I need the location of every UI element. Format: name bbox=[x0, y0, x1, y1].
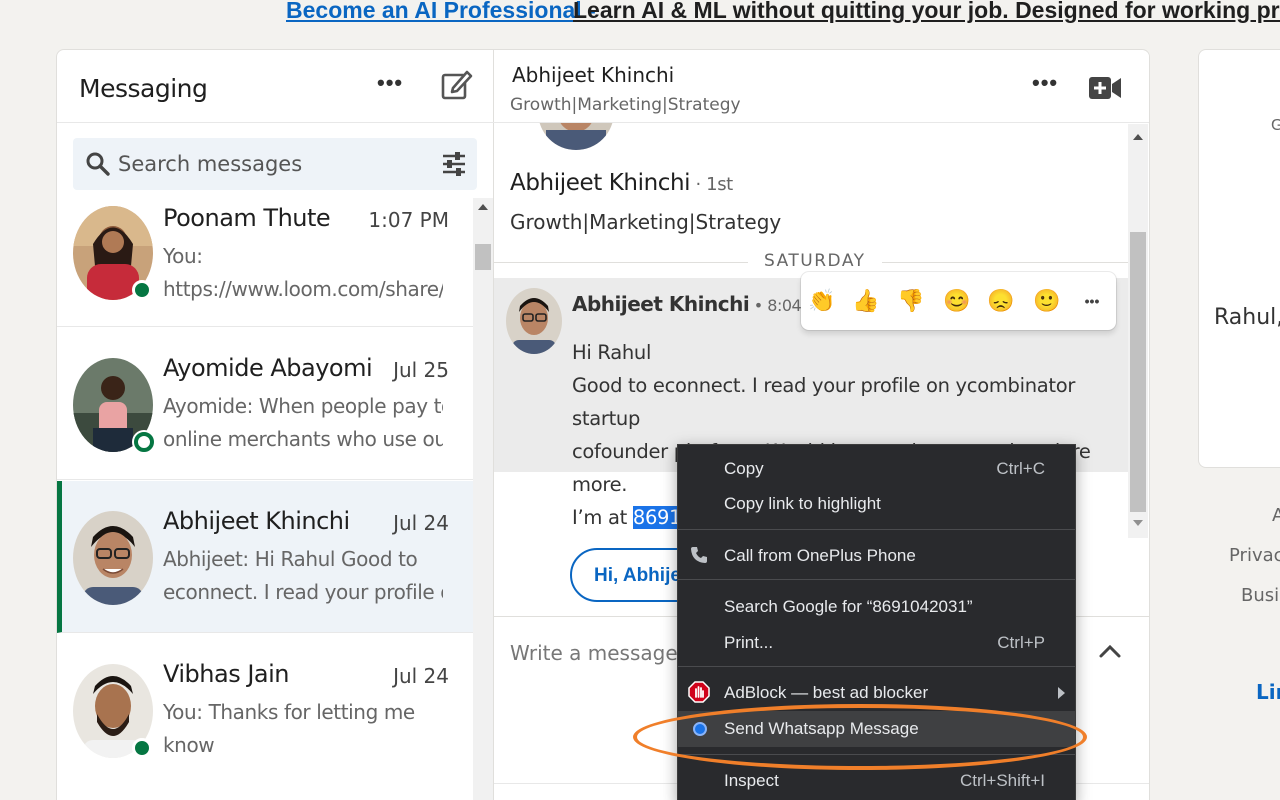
compose-message-icon[interactable] bbox=[440, 68, 474, 102]
submenu-arrow-icon bbox=[1058, 687, 1065, 699]
rail-greeting: Rahul, e bbox=[1214, 305, 1280, 330]
linkedin-brand: Lin bbox=[1256, 680, 1280, 704]
day-label: SATURDAY bbox=[748, 251, 882, 271]
connection-degree: · 1st bbox=[690, 174, 733, 195]
menu-separator bbox=[678, 529, 1075, 530]
mobile-status-indicator bbox=[134, 432, 154, 452]
context-menu-inspect[interactable]: Inspect Ctrl+Shift+I bbox=[678, 763, 1075, 799]
promo-banner-link[interactable]: Become an AI Professional - bbox=[286, 0, 596, 22]
conversation-name: Poonam Thute bbox=[163, 204, 331, 232]
footer-link[interactable]: A bbox=[1272, 505, 1280, 526]
conversation-name: Ayomide Abayomi bbox=[163, 354, 373, 382]
conversation-time: 1:07 PM bbox=[368, 208, 449, 232]
conversation-more-button[interactable]: ••• bbox=[1032, 70, 1058, 96]
clap-reaction-icon[interactable]: 👏 bbox=[807, 286, 837, 316]
thumbs-up-reaction-icon[interactable]: 👍 bbox=[851, 286, 881, 316]
avatar bbox=[73, 511, 153, 605]
conversation-preview: Ayomide: When people pay to online merch… bbox=[163, 394, 443, 451]
promo-banner: Become an AI Professional - Learn AI & M… bbox=[0, 0, 1280, 24]
context-menu: Copy Ctrl+C Copy link to highlight Call … bbox=[677, 444, 1076, 800]
conversation-list-pane: Messaging ••• Search messages Poonam Thu… bbox=[57, 50, 494, 800]
online-status-indicator bbox=[132, 280, 152, 300]
conversation-time: Jul 25 bbox=[393, 358, 449, 382]
adblock-icon bbox=[688, 681, 710, 703]
thumbs-down-reaction-icon[interactable]: 👎 bbox=[896, 286, 926, 316]
search-placeholder: Search messages bbox=[118, 152, 303, 176]
conversation-header: Abhijeet Khinchi Growth|Marketing|Strate… bbox=[494, 50, 1149, 123]
messaging-more-button[interactable]: ••• bbox=[377, 70, 403, 96]
thread-scrollbar[interactable] bbox=[1128, 124, 1148, 538]
conversation-item[interactable]: Ayomide Abayomi Jul 25 Ayomide: When peo… bbox=[57, 328, 473, 480]
right-rail-card: G Rahul, e bbox=[1198, 49, 1280, 468]
profile-name[interactable]: Abhijeet Khinchi · 1st bbox=[510, 170, 733, 196]
promo-banner-text[interactable]: Learn AI & ML without quitting your job.… bbox=[573, 0, 1280, 22]
more-reactions-button[interactable]: ••• bbox=[1077, 286, 1107, 316]
conversation-preview: You: Thanks for letting me know bbox=[163, 700, 415, 757]
scroll-up-arrow-icon[interactable] bbox=[478, 204, 488, 210]
conversation-item-active[interactable]: Abhijeet Khinchi Jul 24 Abhijeet: Hi Rah… bbox=[57, 481, 473, 633]
rail-text: G bbox=[1271, 117, 1280, 135]
messaging-title: Messaging bbox=[79, 74, 208, 103]
conversation-preview: Abhijeet: Hi Rahul Good to econnect. I r… bbox=[163, 547, 443, 604]
conversation-time: Jul 24 bbox=[393, 511, 449, 535]
messaging-header: Messaging ••• bbox=[57, 50, 494, 123]
message-sender[interactable]: Abhijeet Khinchi • 8:04 PM bbox=[572, 292, 829, 316]
conversation-name: Abhijeet Khinchi bbox=[163, 507, 350, 535]
conversation-item[interactable]: Vibhas Jain Jul 24 You: Thanks for letti… bbox=[57, 634, 473, 800]
sad-reaction-icon[interactable]: 😞 bbox=[986, 286, 1016, 316]
conversation-headline: Growth|Marketing|Strategy bbox=[510, 95, 741, 115]
context-menu-send-whatsapp[interactable]: Send Whatsapp Message bbox=[678, 711, 1075, 747]
menu-separator bbox=[678, 579, 1075, 580]
smile-reaction-icon[interactable]: 😊 bbox=[942, 286, 972, 316]
scroll-down-arrow-icon[interactable] bbox=[1133, 520, 1143, 526]
filter-icon[interactable] bbox=[441, 151, 467, 177]
conversation-time: Jul 24 bbox=[393, 664, 449, 688]
whatsapp-extension-icon bbox=[693, 722, 707, 736]
conversation-name: Vibhas Jain bbox=[163, 660, 290, 688]
sender-avatar[interactable] bbox=[506, 288, 562, 354]
footer-link-privacy[interactable]: Privacy bbox=[1229, 545, 1280, 566]
context-menu-print[interactable]: Print... Ctrl+P bbox=[678, 625, 1075, 661]
menu-separator bbox=[678, 754, 1075, 755]
menu-separator bbox=[678, 666, 1075, 667]
conversation-preview: You: https://www.loom.com/share/... bbox=[163, 244, 443, 301]
phone-icon bbox=[691, 547, 707, 563]
online-status-indicator bbox=[132, 738, 152, 758]
scroll-up-arrow-icon[interactable] bbox=[1133, 134, 1143, 140]
scrollbar-thumb[interactable] bbox=[1130, 232, 1146, 512]
video-call-icon[interactable] bbox=[1088, 74, 1122, 102]
scrollbar-thumb[interactable] bbox=[475, 244, 491, 270]
context-menu-copy-link-highlight[interactable]: Copy link to highlight bbox=[678, 486, 1075, 522]
context-menu-search-google[interactable]: Search Google for “8691042031” bbox=[678, 589, 1075, 625]
conversation-list-scrollbar[interactable] bbox=[473, 198, 493, 800]
reaction-bar: 👏 👍 👎 😊 😞 🙂 ••• bbox=[801, 272, 1116, 330]
conversation-item[interactable]: Poonam Thute 1:07 PM You: https://www.lo… bbox=[57, 198, 473, 327]
context-menu-call-phone[interactable]: Call from OnePlus Phone bbox=[678, 538, 1075, 574]
context-menu-copy[interactable]: Copy Ctrl+C bbox=[678, 451, 1075, 487]
add-reaction-icon[interactable]: 🙂 bbox=[1032, 286, 1062, 316]
search-messages-input[interactable]: Search messages bbox=[73, 138, 477, 190]
search-icon bbox=[86, 152, 110, 176]
compose-placeholder[interactable]: Write a message... bbox=[510, 641, 697, 665]
context-menu-adblock[interactable]: AdBlock — best ad blocker bbox=[678, 675, 1075, 711]
footer-link-business[interactable]: Busin bbox=[1241, 585, 1280, 606]
profile-headline: Growth|Marketing|Strategy bbox=[510, 210, 782, 234]
conversation-title[interactable]: Abhijeet Khinchi bbox=[512, 63, 674, 87]
chevron-up-icon[interactable] bbox=[1098, 643, 1122, 659]
